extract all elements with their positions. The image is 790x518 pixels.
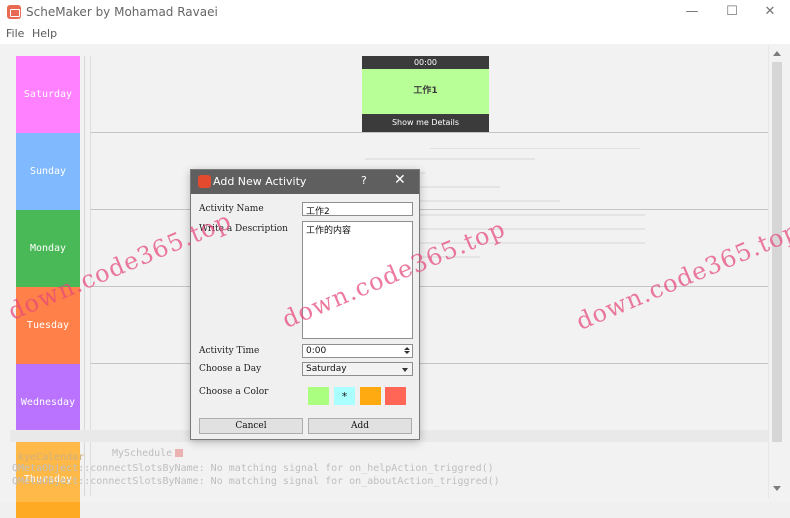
- add-button[interactable]: Add: [308, 418, 412, 434]
- dialog-title-bar: Add New Activity ? ✕: [191, 170, 419, 194]
- activity-time-input[interactable]: 0:00: [302, 344, 413, 358]
- ghost-log-line: QMetaObject::connectSlotsByName: No matc…: [12, 476, 500, 487]
- title-bar: ScheMaker by Mohamad Ravaei — ☐ ✕: [0, 0, 790, 24]
- ghost-line: [365, 158, 535, 160]
- activity-time: 00:00: [362, 56, 489, 69]
- color-swatch-orange[interactable]: [360, 387, 381, 405]
- ghost-tab-calendar: kyeCalendar: [18, 452, 85, 463]
- close-window-button[interactable]: ✕: [750, 0, 790, 24]
- activity-name-input[interactable]: 工作2: [302, 202, 413, 216]
- ghost-tab-schedule: MySchedule: [112, 448, 184, 459]
- day-select[interactable]: Saturday: [302, 362, 413, 376]
- ghost-line: [420, 228, 645, 230]
- color-swatch-green[interactable]: [308, 387, 329, 405]
- activity-card[interactable]: 00:00 工作1 Show me Details: [362, 56, 489, 132]
- dialog-help-button[interactable]: ?: [361, 174, 367, 187]
- ghost-heading: [430, 135, 640, 149]
- activity-title: 工作1: [362, 69, 489, 114]
- color-swatch-red[interactable]: [385, 387, 406, 405]
- choose-color-label: Choose a Color: [199, 387, 269, 397]
- day-sunday[interactable]: Sunday: [16, 133, 80, 210]
- cancel-button[interactable]: Cancel: [199, 418, 303, 434]
- show-details-button[interactable]: Show me Details: [362, 114, 489, 132]
- vertical-scrollbar[interactable]: [768, 46, 784, 498]
- day-saturday[interactable]: Saturday: [16, 56, 80, 133]
- ghost-log-line: QMetaObject::connectSlotsByName: No matc…: [12, 463, 494, 474]
- minimize-button[interactable]: —: [672, 0, 712, 24]
- dialog-title: Add New Activity: [213, 175, 307, 188]
- chevron-down-icon[interactable]: [402, 368, 408, 372]
- dialog-app-icon: [198, 175, 211, 188]
- ghost-line: [420, 186, 500, 188]
- activity-time-label: Activity Time: [199, 346, 260, 356]
- menu-file[interactable]: File: [6, 27, 24, 40]
- row-divider: [91, 132, 769, 133]
- time-spinner-icon[interactable]: [402, 346, 411, 357]
- scroll-up-icon[interactable]: [773, 51, 781, 56]
- menu-help[interactable]: Help: [32, 27, 57, 40]
- maximize-button[interactable]: ☐: [712, 0, 752, 24]
- ghost-line: [420, 200, 560, 202]
- window-title: ScheMaker by Mohamad Ravaei: [26, 5, 218, 19]
- menu-bar: File Help: [0, 24, 790, 44]
- scroll-down-icon[interactable]: [773, 486, 781, 491]
- app-icon: [7, 5, 21, 19]
- ghost-line: [420, 214, 645, 216]
- choose-day-label: Choose a Day: [199, 364, 262, 374]
- dialog-close-button[interactable]: ✕: [394, 172, 406, 188]
- color-swatch-cyan[interactable]: *: [334, 387, 355, 405]
